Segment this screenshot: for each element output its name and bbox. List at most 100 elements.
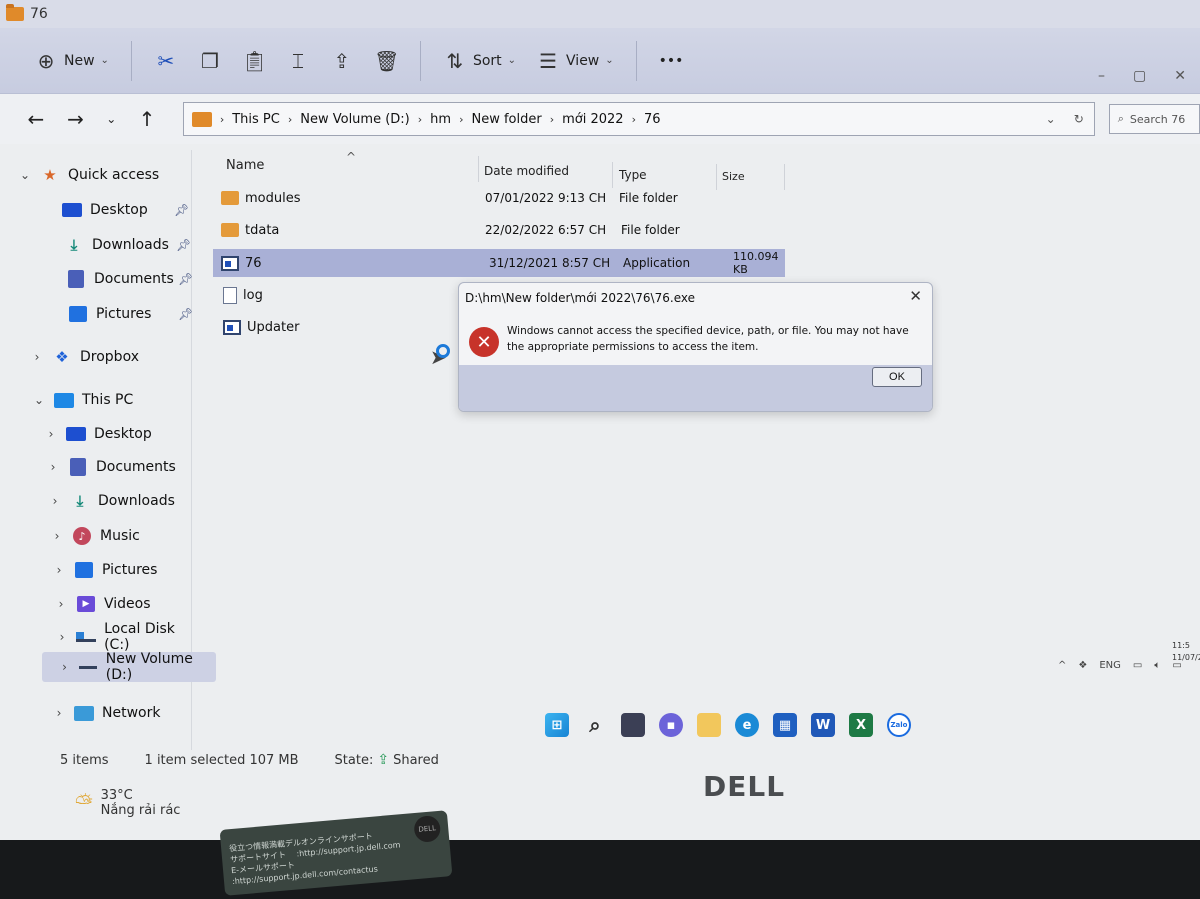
sort-button[interactable]: ⇅ Sort ⌄ <box>433 43 526 79</box>
file-row-tdata[interactable]: tdata 22/02/2022 6:57 CH File folder <box>213 216 785 244</box>
sidebar-item-label: Videos <box>104 596 151 612</box>
chevron-right-icon[interactable]: › <box>52 563 66 577</box>
copy-button[interactable]: ❐ <box>188 43 232 79</box>
file-explorer-button[interactable] <box>697 713 721 737</box>
sidebar-item-qa-downloads[interactable]: ⤓ Downloads 📌︎ <box>42 230 232 260</box>
maximize-button[interactable]: ▢ <box>1133 68 1146 84</box>
cut-button[interactable]: ✂ <box>144 43 188 79</box>
search-input[interactable]: ⌕ Search 76 <box>1108 104 1200 134</box>
sidebar-item-dropbox[interactable]: › ❖ Dropbox <box>30 342 139 372</box>
download-icon: ⤓ <box>76 492 84 510</box>
breadcrumb-new-folder[interactable]: New folder <box>471 112 541 127</box>
file-row-modules[interactable]: modules 07/01/2022 9:13 CH File folder <box>213 184 785 212</box>
breadcrumb-new-volume[interactable]: New Volume (D:) <box>300 112 410 127</box>
breadcrumb-moi-2022[interactable]: mới 2022 <box>562 112 623 127</box>
sidebar-item-label: Downloads <box>92 237 169 253</box>
column-header-type[interactable]: Type <box>619 168 647 182</box>
word-button[interactable]: W <box>811 713 835 737</box>
up-button[interactable]: ↑ <box>129 101 165 137</box>
column-header-date[interactable]: Date modified <box>484 164 569 178</box>
chevron-down-icon: ⌄ <box>507 55 517 66</box>
dropbox-tray-icon[interactable]: ❖ <box>1078 660 1087 671</box>
address-bar[interactable]: › This PC › New Volume (D:) › hm › New f… <box>182 102 1095 136</box>
chat-button[interactable]: ▪ <box>659 713 683 737</box>
start-button[interactable]: ⊞ <box>545 713 569 737</box>
rename-button[interactable]: ⌶ <box>276 43 320 79</box>
column-header-name[interactable]: Name <box>226 158 264 173</box>
file-type: Application <box>623 256 691 270</box>
show-hidden-icons-button[interactable]: ^ <box>1058 660 1066 671</box>
refresh-icon[interactable]: ↻ <box>1074 112 1084 126</box>
partly-sunny-icon: ⛅︎ <box>75 790 93 816</box>
sidebar-item-qa-documents[interactable]: Documents 📌︎ <box>44 264 234 294</box>
sidebar-item-documents[interactable]: › Documents <box>46 452 176 482</box>
chevron-down-icon[interactable]: ⌄ <box>32 393 46 407</box>
paste-button[interactable]: 📋︎ <box>232 43 276 79</box>
view-button[interactable]: ☰ View ⌄ <box>526 43 624 79</box>
search-icon: ⌕ <box>1117 112 1124 125</box>
file-row-76[interactable]: 76 31/12/2021 8:57 CH Application 110.09… <box>213 249 785 277</box>
sidebar-item-desktop[interactable]: › Desktop <box>44 419 152 449</box>
chevron-right-icon[interactable]: › <box>54 597 68 611</box>
chevron-right-icon[interactable]: › <box>30 350 44 364</box>
sidebar-item-downloads[interactable]: › ⤓ Downloads <box>48 486 175 516</box>
busy-spinner-icon <box>436 344 450 358</box>
chevron-right-icon[interactable]: › <box>46 460 60 474</box>
chevron-right-icon[interactable]: › <box>56 630 68 644</box>
recent-locations-button[interactable]: ⌄ <box>97 101 125 137</box>
column-header-size[interactable]: Size <box>722 170 745 183</box>
sidebar-item-qa-pictures[interactable]: Pictures 📌︎ <box>46 299 236 329</box>
forward-button[interactable]: → <box>58 101 94 137</box>
weather-widget[interactable]: ⛅︎ 33°C Nắng rải rác <box>75 788 180 818</box>
desktop-icon <box>66 425 86 443</box>
sidebar-item-this-pc[interactable]: ⌄ This PC <box>32 385 133 415</box>
sidebar-item-pictures[interactable]: › Pictures <box>52 555 157 585</box>
taskbar-search-button[interactable]: ⌕ <box>583 713 607 737</box>
edge-button[interactable]: e <box>735 713 759 737</box>
more-options-button[interactable]: ••• <box>649 47 694 75</box>
clock[interactable]: 11:5 11/07/20 <box>1172 640 1200 664</box>
breadcrumb-76[interactable]: 76 <box>644 112 661 127</box>
minimize-button[interactable]: – <box>1098 68 1105 84</box>
task-view-button[interactable] <box>621 713 645 737</box>
share-button[interactable]: ⇪ <box>320 43 364 79</box>
sidebar-item-videos[interactable]: › ▶ Videos <box>54 589 151 619</box>
excel-button[interactable]: X <box>849 713 873 737</box>
documents-icon <box>66 270 86 288</box>
sidebar-item-qa-desktop[interactable]: Desktop 📌︎ <box>40 195 230 225</box>
new-button[interactable]: ⊕ New ⌄ <box>24 43 119 79</box>
store-button[interactable]: ▦ <box>773 713 797 737</box>
chevron-down-icon: ⌄ <box>605 55 614 66</box>
chevron-right-icon[interactable]: › <box>50 529 64 543</box>
more-icon: ••• <box>658 52 684 69</box>
chevron-right-icon[interactable]: › <box>48 494 62 508</box>
file-size: 110.094 KB <box>733 250 779 276</box>
delete-button[interactable]: 🗑︎ <box>364 43 408 79</box>
history-dropdown-icon[interactable]: ⌄ <box>1046 112 1056 126</box>
sidebar-item-new-volume-d[interactable]: › New Volume (D:) <box>42 651 216 683</box>
folder-icon <box>6 4 24 21</box>
paste-icon: 📋︎ <box>241 48 268 73</box>
back-button[interactable]: ← <box>18 101 54 137</box>
language-indicator[interactable]: ENG <box>1099 660 1121 671</box>
sidebar-item-local-disk-c[interactable]: › Local Disk (C:) <box>56 621 191 653</box>
breadcrumb-hm[interactable]: hm <box>430 112 451 127</box>
file-type: File folder <box>619 191 678 205</box>
sidebar-item-music[interactable]: › ♪ Music <box>50 521 140 551</box>
ok-button[interactable]: OK <box>872 367 922 387</box>
chevron-right-icon[interactable]: › <box>44 427 58 441</box>
chevron-down-icon[interactable]: ⌄ <box>18 168 32 182</box>
file-name: tdata <box>245 222 280 238</box>
chevron-right-icon[interactable]: › <box>58 660 71 674</box>
zalo-button[interactable]: Zalo <box>887 713 911 737</box>
excel-icon: X <box>855 717 867 733</box>
dialog-close-button[interactable]: ✕ <box>909 287 922 305</box>
sidebar-item-quick-access[interactable]: ⌄ ★ Quick access <box>18 160 159 190</box>
column-divider[interactable] <box>478 156 479 182</box>
close-button[interactable]: ✕ <box>1174 68 1186 84</box>
breadcrumb-this-pc[interactable]: This PC <box>232 112 280 127</box>
network-tray-icon[interactable]: ▭ <box>1133 660 1142 671</box>
sidebar-item-label: Music <box>100 528 140 544</box>
volume-icon[interactable]: 🔈︎ <box>1154 660 1160 671</box>
music-icon: ♪ <box>72 527 92 545</box>
